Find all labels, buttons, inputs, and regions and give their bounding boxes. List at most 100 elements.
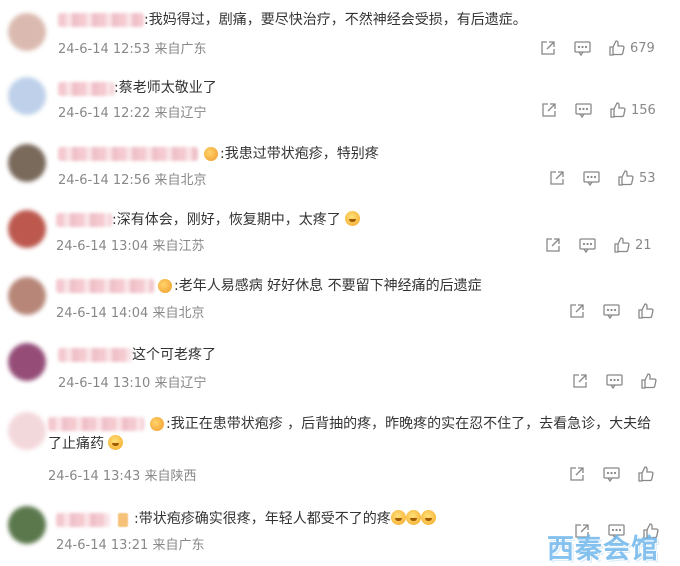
username-blurred[interactable]: [58, 147, 198, 161]
comment-meta: 24-6-14 12:53 来自广东: [58, 38, 207, 57]
level-badge-icon: [118, 513, 128, 527]
thumbs-up-icon: [618, 170, 634, 186]
comment-time: 24-6-14 12:22: [58, 106, 151, 121]
comment-icon: [583, 171, 600, 186]
comment-location: 来自广东: [152, 538, 205, 553]
avatar[interactable]: [8, 210, 46, 248]
comment-location: 来自北京: [154, 173, 207, 188]
comment-meta: 24-6-14 13:21 来自广东: [56, 534, 205, 553]
like-count: 21: [635, 237, 652, 253]
comment-icon: [579, 238, 596, 253]
comment-time: 24-6-14 13:10: [58, 376, 151, 391]
username-blurred[interactable]: [56, 513, 110, 527]
reply-button[interactable]: [606, 373, 623, 389]
like-button[interactable]: 21: [614, 237, 652, 253]
like-count: 679: [630, 40, 655, 56]
like-button[interactable]: 156: [610, 102, 656, 118]
share-icon: [546, 238, 560, 252]
share-button[interactable]: [549, 170, 565, 186]
share-icon: [570, 304, 584, 318]
comment-text-content: :我正在患带状疱疹 ，后背抽的疼，昨晚疼的实在忍不住了，去看急诊，大夫给了止痛药: [48, 416, 652, 452]
like-button[interactable]: [638, 303, 659, 319]
comment-actions: 53: [549, 168, 656, 188]
share-icon: [550, 171, 564, 185]
comment-text: :深有体会，刚好，恢复期中，太疼了: [112, 210, 361, 230]
comment-time: 24-6-14 13:43: [48, 469, 141, 484]
comment-location: 来自北京: [152, 306, 205, 321]
reply-button[interactable]: [603, 466, 620, 482]
like-button[interactable]: [638, 466, 659, 482]
username-blurred[interactable]: [56, 213, 112, 227]
comment-icon: [603, 467, 620, 482]
share-button[interactable]: [569, 303, 585, 319]
reply-button[interactable]: [583, 170, 600, 186]
like-count: 53: [639, 170, 656, 186]
comment-text: :我患过带状疱疹，特别疼: [220, 146, 379, 162]
comment-time: 24-6-14 12:56: [58, 173, 151, 188]
comment-meta: 24-6-14 13:04 来自江苏: [56, 235, 205, 254]
comment-text: :蔡老师太敬业了: [114, 80, 217, 96]
share-button[interactable]: [569, 466, 585, 482]
emoji-icon: [405, 510, 421, 525]
comment-meta: 24-6-14 13:10 来自辽宁: [58, 372, 207, 391]
emoji-icon: [390, 510, 406, 525]
comment-actions: 156: [541, 100, 656, 120]
comment-location: 来自广东: [154, 42, 207, 57]
comment-icon: [603, 304, 620, 319]
share-button[interactable]: [541, 102, 557, 118]
comment-text-content: :深有体会，刚好，恢复期中，太疼了: [112, 212, 341, 228]
avatar[interactable]: [8, 343, 46, 381]
comment-time: 24-6-14 13:04: [56, 239, 149, 254]
comment-text: 这个可老疼了: [132, 347, 216, 363]
like-button[interactable]: 53: [618, 170, 656, 186]
comment-text: :老年人易感病 好好休息 不要留下神经痛的后遗症: [174, 278, 482, 294]
comment-actions: [569, 464, 659, 484]
comment-location: 来自辽宁: [154, 106, 207, 121]
share-icon: [541, 41, 555, 55]
username-blurred[interactable]: [58, 13, 144, 27]
share-icon: [542, 103, 556, 117]
avatar[interactable]: [8, 412, 46, 450]
comment-meta: 24-6-14 13:43 来自陕西: [48, 465, 197, 484]
comment-meta: 24-6-14 12:56 来自北京: [58, 169, 207, 188]
avatar[interactable]: [8, 144, 46, 182]
thumbs-up-icon: [614, 237, 630, 253]
comment-text: :我妈得过，剧痛，要尽快治疗，不然神经会受损，有后遗症。: [144, 12, 527, 28]
like-button[interactable]: 679: [609, 40, 655, 56]
avatar[interactable]: [8, 277, 46, 315]
comment-text: :带状疱疹确实很疼，年轻人都受不了的疼: [134, 509, 436, 529]
share-button[interactable]: [540, 40, 556, 56]
reply-button[interactable]: [574, 40, 591, 56]
share-button[interactable]: [572, 373, 588, 389]
reply-button[interactable]: [603, 303, 620, 319]
comment-meta: 24-6-14 14:04 来自北京: [56, 302, 205, 321]
thumbs-up-icon: [641, 373, 657, 389]
avatar[interactable]: [8, 506, 46, 544]
crying-emoji-icon: [345, 211, 361, 226]
comment-actions: 679: [540, 38, 655, 58]
vip-badge-icon: [204, 147, 218, 161]
comment-time: 24-6-14 13:21: [56, 538, 149, 553]
thumbs-up-icon: [610, 102, 626, 118]
comment-location: 来自江苏: [152, 239, 205, 254]
username-blurred[interactable]: [58, 348, 132, 362]
share-button[interactable]: [545, 237, 561, 253]
emoji-icon: [420, 510, 436, 525]
thumbs-up-icon: [609, 40, 625, 56]
thumbs-up-icon: [638, 466, 654, 482]
share-icon: [573, 374, 587, 388]
like-button[interactable]: [641, 373, 662, 389]
like-count: 156: [631, 102, 656, 118]
comment-location: 来自辽宁: [154, 376, 207, 391]
comment-actions: [569, 301, 659, 321]
username-blurred[interactable]: [58, 82, 114, 96]
comment-icon: [606, 374, 623, 389]
comment-text: :我正在患带状疱疹 ，后背抽的疼，昨晚疼的实在忍不住了，去看急诊，大夫给了止痛药: [48, 414, 658, 454]
avatar[interactable]: [8, 77, 46, 115]
reply-button[interactable]: [579, 237, 596, 253]
avatar[interactable]: [8, 13, 46, 51]
username-blurred[interactable]: [56, 279, 154, 293]
reply-button[interactable]: [575, 102, 592, 118]
comment-time: 24-6-14 12:53: [58, 42, 151, 57]
comment-actions: 21: [545, 235, 652, 255]
